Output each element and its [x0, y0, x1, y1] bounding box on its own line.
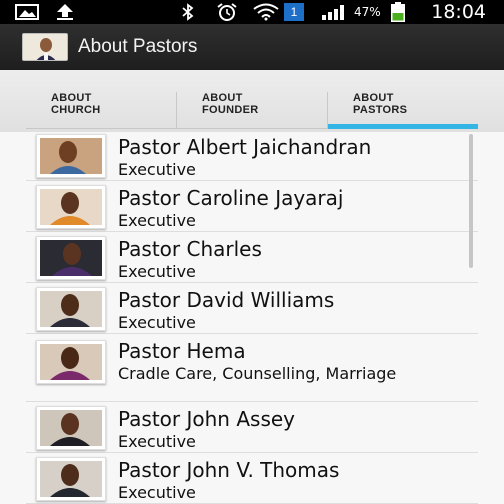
signal-icon [322, 5, 344, 20]
pastor-role: Executive [118, 211, 196, 230]
tab-bar: ABOUT CHURCH ABOUT FOUNDER ABOUT PASTORS [0, 70, 504, 132]
avatar [36, 340, 106, 384]
pastor-name: Pastor David Williams [118, 288, 335, 312]
page-title: About Pastors [78, 36, 198, 57]
avatar [36, 134, 106, 178]
avatar [36, 457, 106, 501]
pastor-name: Pastor John Assey [118, 407, 296, 431]
pastor-name: Pastor John V. Thomas [118, 458, 340, 482]
tab-about-church[interactable]: ABOUT CHURCH [51, 92, 100, 132]
tab-divider [327, 92, 328, 128]
pastor-role: Cradle Care, Counselling, Marriage [118, 364, 397, 383]
action-bar: About Pastors [0, 24, 504, 70]
pastor-list[interactable]: Pastor Albert Jaichandran Executive Past… [26, 131, 478, 504]
tab-label-line2: CHURCH [51, 104, 101, 116]
pastor-name: Pastor Albert Jaichandran [118, 135, 372, 159]
pastor-role: Executive [118, 262, 196, 281]
list-item[interactable]: Pastor Caroline Jayaraj Executive [26, 182, 478, 232]
pastor-role: Executive [118, 483, 196, 502]
list-item[interactable]: Pastor Albert Jaichandran Executive [26, 131, 478, 181]
pastor-role: Executive [118, 432, 196, 451]
avatar [36, 185, 106, 229]
pastor-name: Pastor Charles [118, 237, 262, 261]
pastor-name: Pastor Hema [118, 339, 246, 363]
tab-label-line2: PASTORS [353, 104, 408, 116]
list-item[interactable]: Pastor David Williams Executive [26, 284, 478, 334]
pastor-name: Pastor Caroline Jayaraj [118, 186, 344, 210]
bluetooth-icon [182, 3, 194, 21]
list-item[interactable]: Pastor John Assey Executive [26, 403, 478, 453]
battery-icon [391, 2, 405, 22]
tab-label-line1: ABOUT [353, 92, 394, 104]
download-icon [57, 4, 73, 20]
list-item[interactable]: Pastor John V. Thomas Executive [26, 454, 478, 504]
avatar [36, 287, 106, 331]
alarm-icon [217, 3, 237, 21]
selected-tab-indicator [328, 124, 478, 129]
battery-percent: 47% [354, 5, 381, 19]
avatar [36, 406, 106, 450]
tab-about-founder[interactable]: ABOUT FOUNDER [202, 92, 259, 132]
tab-label-line1: ABOUT [202, 92, 243, 104]
pastor-role: Executive [118, 160, 196, 179]
app-logo-icon[interactable] [22, 33, 68, 61]
tab-divider [176, 92, 177, 128]
image-icon [15, 4, 39, 20]
tab-label-line1: ABOUT [51, 92, 92, 104]
status-bar: 1 47% 18:04 [0, 0, 504, 24]
tab-label-line2: FOUNDER [202, 104, 259, 116]
pastor-role: Executive [118, 313, 196, 332]
avatar [36, 236, 106, 280]
list-item[interactable]: Pastor Charles Executive [26, 233, 478, 283]
scrollbar[interactable] [469, 134, 473, 268]
list-item[interactable]: Pastor Hema Cradle Care, Counselling, Ma… [26, 335, 478, 402]
clock: 18:04 [431, 1, 486, 23]
wifi-icon [253, 3, 279, 21]
notification-badge: 1 [284, 3, 304, 21]
